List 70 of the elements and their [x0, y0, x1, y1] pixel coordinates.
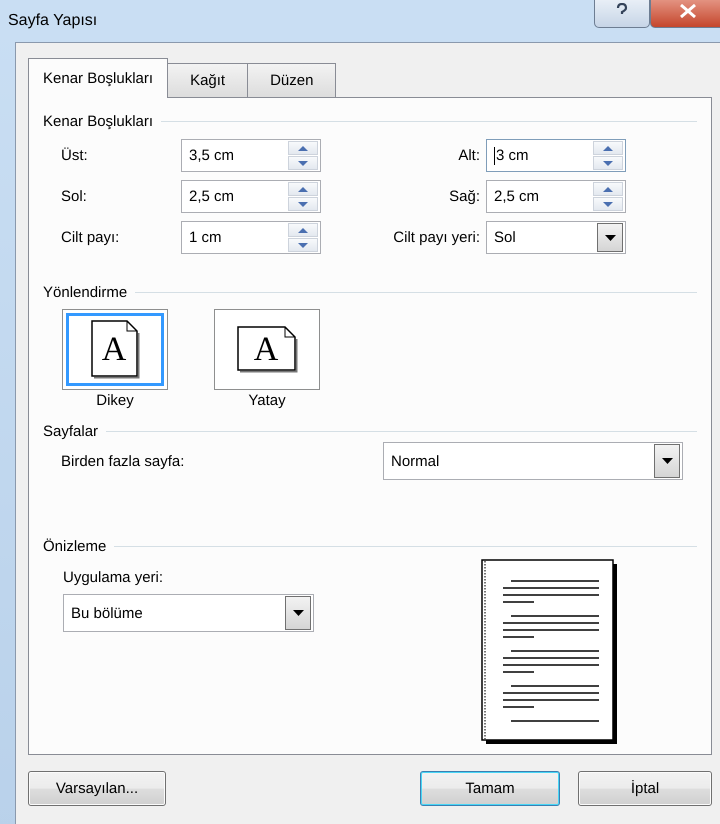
field-label: Üst: [61, 147, 88, 164]
dropdown-arrow-icon [662, 458, 672, 464]
help-button[interactable] [594, 0, 650, 28]
spin-down-button[interactable] [288, 156, 318, 170]
spin-up-button[interactable] [593, 141, 623, 155]
spin-field[interactable]: 2,5 cm [486, 180, 626, 213]
dialog-button[interactable]: Tamam [420, 771, 560, 806]
field-label: Alt: [458, 147, 481, 164]
select-value: Normal [391, 452, 440, 470]
up-arrow-icon [298, 146, 308, 150]
spin-up-button[interactable] [593, 182, 623, 196]
field-label: Birden fazla sayfa: [61, 452, 186, 470]
field-label: Uygulama yeri: [63, 569, 164, 586]
field-label: Cilt payı yeri: [393, 229, 481, 246]
up-arrow-icon [298, 186, 308, 192]
tab[interactable]: Kenar Boşlukları [28, 58, 168, 98]
section-title: Önizleme [43, 538, 106, 554]
dialog-button[interactable]: Varsayılan... [28, 771, 166, 806]
spin-field[interactable]: 3 cm [486, 139, 626, 172]
section-title: Kenar Boşlukları [43, 112, 154, 130]
up-arrow-icon [298, 228, 308, 232]
down-arrow-icon [603, 202, 613, 206]
dropdown-field[interactable]: Normal [383, 442, 683, 480]
down-arrow-icon [298, 202, 308, 206]
dropdown-arrow-icon [292, 610, 304, 616]
close-icon [679, 4, 697, 18]
dropdown-button[interactable] [654, 444, 680, 478]
up-arrow-icon [603, 146, 613, 150]
spin-field[interactable]: 3,5 cm [181, 139, 321, 172]
dropdown-arrow-icon [604, 234, 616, 240]
down-arrow-icon [603, 160, 613, 166]
landscape-page-icon: A [236, 326, 298, 373]
field-value: 1 cm [189, 229, 223, 246]
spin-field[interactable]: 1 cm [181, 221, 321, 254]
portrait-page-icon: A [90, 320, 140, 379]
spin-down-button[interactable] [288, 238, 318, 252]
field-label: Sol: [61, 188, 87, 205]
field-value: 3 cm [494, 146, 530, 164]
section-title: Sayfalar [43, 422, 98, 440]
spin-down-button[interactable] [593, 197, 623, 211]
spin-up-button[interactable] [288, 182, 318, 196]
field-label: Cilt payı: [61, 229, 120, 246]
dropdown-button[interactable] [597, 223, 623, 252]
select-value: Bu bölüme [71, 604, 144, 622]
spin-up-button[interactable] [288, 223, 318, 237]
section-title: Yönlendirme [43, 284, 128, 300]
orientation-label: Dikey [96, 392, 134, 409]
dropdown-field[interactable]: Bu bölüme [63, 594, 314, 632]
field-value: 3,5 cm [189, 147, 236, 164]
window-title: Sayfa Yapısı [8, 12, 98, 30]
dialog-button[interactable]: İptal [578, 771, 712, 806]
up-arrow-icon [603, 186, 613, 192]
spin-up-button[interactable] [288, 141, 318, 155]
spin-field[interactable]: 2,5 cm [181, 180, 321, 213]
spin-down-button[interactable] [593, 156, 623, 170]
tab[interactable]: Düzen [247, 63, 336, 97]
down-arrow-icon [298, 242, 308, 248]
orientation-label: Yatay [248, 392, 286, 409]
select-value: Sol [494, 229, 517, 246]
field-value: 2,5 cm [189, 188, 236, 205]
dropdown-field[interactable]: Sol [486, 221, 626, 254]
dropdown-button[interactable] [285, 596, 311, 630]
orientation-button[interactable]: A [214, 309, 320, 390]
spin-down-button[interactable] [288, 197, 318, 211]
orientation-button[interactable]: A [62, 309, 168, 390]
field-value: 2,5 cm [494, 188, 540, 205]
field-label: Sağ: [449, 188, 481, 205]
down-arrow-icon [298, 160, 308, 166]
close-button[interactable] [650, 0, 720, 28]
tab[interactable]: Kağıt [167, 63, 248, 97]
